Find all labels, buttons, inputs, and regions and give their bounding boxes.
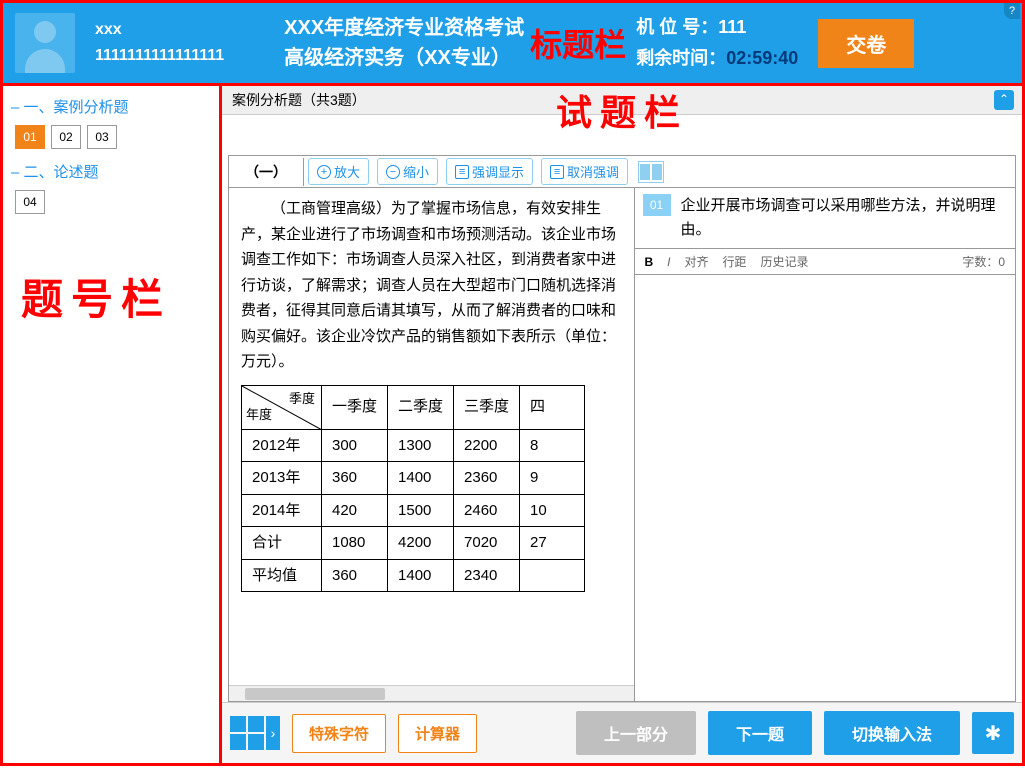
- split-view-icon[interactable]: [638, 161, 664, 183]
- passage-text: （工商管理高级）为了掌握市场信息，有效安排生产，某企业进行了市场调查和市场预测活…: [241, 196, 622, 375]
- content-header: 案例分析题（共3题） 试题栏 ⌃: [222, 86, 1022, 115]
- history-button[interactable]: 历史记录: [761, 253, 809, 270]
- unhighlight-icon: ≡: [550, 165, 564, 179]
- bold-button[interactable]: B: [645, 255, 654, 269]
- question-num-03[interactable]: 03: [87, 125, 117, 149]
- time-remaining: 02:59:40: [726, 48, 798, 68]
- current-question-badge: 01: [643, 194, 671, 216]
- exam-title-line2: 高级经济实务（XX专业）: [284, 43, 524, 73]
- layout-grid-icon[interactable]: ›: [230, 716, 280, 750]
- footer-bar: › 特殊字符 计算器 上一部分 下一题 切换输入法 ✱: [222, 702, 1022, 763]
- answer-pane: 01 企业开展市场调查可以采用哪些方法，并说明理由。 B I 对齐 行距 历史记…: [635, 188, 1016, 701]
- sales-table: 季度 年度 一季度 二季度 三季度 四 2012年300130022008 20…: [241, 385, 585, 593]
- settings-button[interactable]: ✱: [972, 712, 1014, 754]
- annotation-question-panel: 试题栏: [556, 84, 688, 136]
- minus-icon: −: [386, 165, 400, 179]
- title-bar: xxx 1111111111111111 XXX年度经济专业资格考试 高级经济实…: [0, 0, 1025, 86]
- annotation-title-bar: 标题栏: [530, 20, 626, 66]
- scrollbar-thumb[interactable]: [245, 688, 385, 700]
- zoom-in-button[interactable]: +放大: [308, 158, 369, 185]
- plus-icon: +: [317, 165, 331, 179]
- question-number-panel: 一、案例分析题 01 02 03 二、论述题 04 题号栏: [0, 86, 222, 766]
- highlight-button[interactable]: ≡强调显示: [446, 158, 533, 185]
- passage-pane[interactable]: （工商管理高级）为了掌握市场信息，有效安排生产，某企业进行了市场调查和市场预测活…: [229, 188, 635, 701]
- answer-editor[interactable]: [635, 275, 1016, 701]
- editor-toolbar: B I 对齐 行距 历史记录 字数：0: [635, 248, 1016, 275]
- user-id: 1111111111111111: [95, 43, 224, 69]
- collapse-icon[interactable]: ⌃: [994, 90, 1014, 110]
- col-q4: 四: [520, 385, 585, 429]
- passage-tab[interactable]: （一）: [229, 158, 304, 186]
- exam-title-line1: XXX年度经济专业资格考试: [284, 13, 524, 43]
- toolbar: （一） +放大 −缩小 ≡强调显示 ≡取消强调: [228, 155, 1016, 188]
- unhighlight-button[interactable]: ≡取消强调: [541, 158, 628, 185]
- annotation-number-panel: 题号栏: [21, 266, 171, 327]
- submit-button[interactable]: 交卷: [818, 19, 914, 68]
- help-icon[interactable]: ?: [1004, 3, 1020, 19]
- align-button[interactable]: 对齐: [685, 253, 709, 270]
- question-num-02[interactable]: 02: [51, 125, 81, 149]
- section-essay[interactable]: 二、论述题: [11, 161, 211, 182]
- user-info: xxx 1111111111111111: [95, 17, 224, 68]
- switch-ime-button[interactable]: 切换输入法: [824, 711, 960, 755]
- prev-section-button[interactable]: 上一部分: [576, 711, 696, 755]
- seat-label: 机 位 号：: [636, 17, 718, 37]
- horizontal-scrollbar[interactable]: [229, 685, 634, 701]
- word-count: 字数：0: [962, 253, 1005, 270]
- seat-timer: 机 位 号：111 剩余时间：02:59:40: [636, 12, 798, 73]
- exam-title: XXX年度经济专业资格考试 高级经济实务（XX专业）: [284, 13, 524, 73]
- table-diag-header: 季度 年度: [242, 385, 322, 429]
- question-panel: 案例分析题（共3题） 试题栏 ⌃ （一） +放大 −缩小 ≡强调显示 ≡取消强调…: [222, 86, 1025, 766]
- avatar: [15, 13, 75, 73]
- seat-number: 111: [718, 17, 746, 37]
- highlight-icon: ≡: [455, 165, 469, 179]
- question-num-01[interactable]: 01: [15, 125, 45, 149]
- chevron-right-icon: ›: [266, 716, 280, 750]
- col-q2: 二季度: [388, 385, 454, 429]
- question-text: 企业开展市场调查可以采用哪些方法，并说明理由。: [681, 194, 1008, 242]
- section-heading: 案例分析题（共3题）: [232, 90, 366, 110]
- col-q3: 三季度: [454, 385, 520, 429]
- time-label: 剩余时间：: [636, 48, 726, 68]
- username: xxx: [95, 17, 224, 43]
- line-height-button[interactable]: 行距: [723, 253, 747, 270]
- zoom-out-button[interactable]: −缩小: [377, 158, 438, 185]
- section-case-analysis[interactable]: 一、案例分析题: [11, 96, 211, 117]
- next-question-button[interactable]: 下一题: [708, 711, 812, 755]
- italic-button[interactable]: I: [667, 255, 670, 269]
- special-chars-button[interactable]: 特殊字符: [292, 714, 386, 753]
- calculator-button[interactable]: 计算器: [398, 714, 477, 753]
- question-num-04[interactable]: 04: [15, 190, 45, 214]
- col-q1: 一季度: [322, 385, 388, 429]
